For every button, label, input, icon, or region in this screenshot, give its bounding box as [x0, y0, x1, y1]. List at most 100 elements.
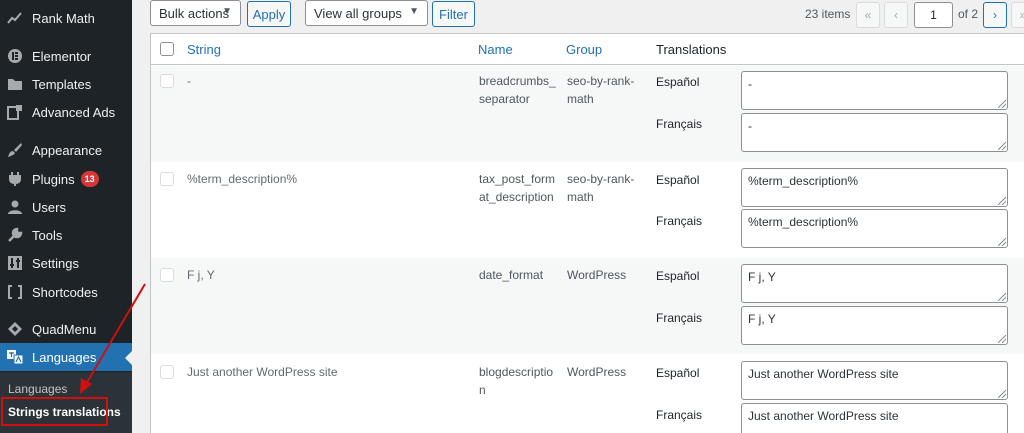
apply-button[interactable]: Apply [247, 1, 291, 27]
sidebar-item-label: Plugins [32, 171, 75, 187]
sidebar-item-label: Tools [32, 227, 63, 243]
sidebar-item-tools[interactable]: Tools [0, 221, 132, 249]
next-page-button[interactable]: › [983, 2, 1007, 28]
sidebar-item-label: Rank Math [32, 10, 95, 26]
group-line: math [567, 190, 594, 204]
table-row: %term_description% tax_post_form at_desc… [151, 162, 1024, 258]
filter-button[interactable]: Filter [432, 1, 475, 27]
translation-input-es[interactable]: Just another WordPress site [741, 361, 1008, 400]
items-count: 23 items [805, 7, 851, 21]
resize-handle[interactable] [998, 390, 1006, 398]
sidebar-item-advanced-ads[interactable]: Advanced Ads [0, 98, 132, 126]
translation-input-es[interactable]: F j, Y [741, 264, 1008, 303]
resize-handle[interactable] [998, 293, 1006, 301]
row-checkbox[interactable] [160, 74, 174, 88]
translation-input-fr[interactable]: - [741, 113, 1008, 152]
string-group: seo-by-rank- math [567, 170, 634, 206]
submenu-item-languages[interactable]: Languages [8, 382, 67, 396]
resize-handle[interactable] [998, 238, 1006, 246]
settings-icon [5, 253, 25, 273]
chevron-down-icon: ▼ [222, 6, 232, 17]
admin-sidebar: Rank Math Elementor Templates Advanced A… [0, 0, 132, 433]
name-line: breadcrumbs_ [479, 74, 556, 88]
group-line: seo-by-rank- [567, 172, 635, 186]
plug-icon [5, 169, 25, 189]
table-row: - breadcrumbs_ separator seo-by-rank- ma… [151, 66, 1024, 162]
string-group: WordPress [567, 266, 626, 284]
string-name: breadcrumbs_ separator [479, 72, 556, 108]
sidebar-item-appearance[interactable]: Appearance [0, 136, 132, 164]
name-line: at_description [479, 190, 554, 204]
active-indicator [125, 351, 132, 365]
translation-input-fr[interactable]: F j, Y [741, 306, 1008, 345]
resize-handle[interactable] [998, 335, 1006, 343]
total-pages: of 2 [958, 7, 979, 21]
string-group: WordPress [567, 363, 626, 381]
bulk-actions-select[interactable]: Bulk actions ▼ [150, 0, 241, 26]
translation-value: F j, Y [748, 312, 776, 326]
name-line: date_format [479, 268, 544, 282]
language-label-fr: Français [656, 311, 703, 325]
sidebar-item-settings[interactable]: Settings [0, 249, 132, 277]
translation-value: Just another WordPress site [748, 367, 899, 381]
quadmenu-icon [5, 319, 25, 339]
translation-value: F j, Y [748, 270, 776, 284]
translation-input-fr[interactable]: %term_description% [741, 209, 1008, 248]
chevron-down-icon: ▼ [409, 6, 419, 17]
language-label-es: Español [656, 75, 700, 89]
current-page-input[interactable]: 1 [914, 2, 953, 28]
group-filter-value: View all groups [314, 5, 402, 21]
rank-math-icon [5, 8, 25, 28]
resize-handle[interactable] [998, 142, 1006, 150]
row-checkbox[interactable] [160, 268, 174, 282]
select-all-checkbox[interactable] [160, 42, 174, 56]
column-header-string[interactable]: String [187, 42, 221, 57]
first-page-button[interactable]: « [856, 2, 880, 28]
language-label-fr: Français [656, 408, 703, 422]
language-label-es: Español [656, 269, 700, 283]
sidebar-item-label: Advanced Ads [32, 104, 116, 120]
annotation-highlight-box [1, 397, 108, 426]
sidebar-item-quadmenu[interactable]: QuadMenu [0, 315, 132, 343]
name-line: tax_post_form [479, 172, 556, 186]
sidebar-item-label: Templates [32, 76, 92, 92]
column-header-name[interactable]: Name [478, 42, 513, 57]
language-label-es: Español [656, 173, 700, 187]
brackets-icon [5, 282, 25, 302]
translation-value: %term_description% [748, 174, 859, 188]
sidebar-item-elementor[interactable]: Elementor [0, 42, 132, 70]
column-header-group[interactable]: Group [566, 42, 602, 57]
translation-value: Just another WordPress site [748, 409, 899, 423]
wrench-icon [5, 225, 25, 245]
sidebar-item-languages[interactable]: Languages [0, 343, 132, 371]
sidebar-item-templates[interactable]: Templates [0, 70, 132, 98]
sidebar-item-plugins[interactable]: Plugins 13 [0, 165, 132, 193]
resize-handle[interactable] [998, 197, 1006, 205]
sidebar-item-label: Appearance [32, 142, 103, 158]
name-line: blogdescriptio [479, 365, 554, 379]
resize-handle[interactable] [998, 100, 1006, 108]
sidebar-item-shortcodes[interactable]: Shortcodes [0, 278, 132, 306]
row-checkbox[interactable] [160, 172, 174, 186]
name-line: n [479, 383, 486, 397]
row-checkbox[interactable] [160, 365, 174, 379]
language-label-es: Español [656, 366, 700, 380]
group-line: math [567, 92, 594, 106]
table-row: Just another WordPress site blogdescript… [151, 354, 1024, 433]
string-name: blogdescriptio n [479, 363, 553, 399]
group-line: WordPress [567, 268, 627, 282]
sidebar-item-label: Users [32, 199, 66, 215]
group-filter-select[interactable]: View all groups ▼ [305, 0, 428, 26]
translate-icon [5, 347, 25, 367]
sidebar-item-label: QuadMenu [32, 321, 97, 337]
sidebar-item-rank-math[interactable]: Rank Math [0, 4, 132, 32]
translation-input-fr[interactable]: Just another WordPress site [741, 403, 1008, 433]
prev-page-button[interactable]: ‹ [884, 2, 908, 28]
string-value: F j, Y [187, 268, 215, 282]
language-label-fr: Français [656, 117, 703, 131]
last-page-button[interactable]: » [1011, 2, 1024, 28]
translation-input-es[interactable]: %term_description% [741, 168, 1008, 207]
sidebar-item-label: Settings [32, 255, 79, 271]
translation-input-es[interactable]: - [741, 71, 1008, 110]
sidebar-item-users[interactable]: Users [0, 193, 132, 221]
